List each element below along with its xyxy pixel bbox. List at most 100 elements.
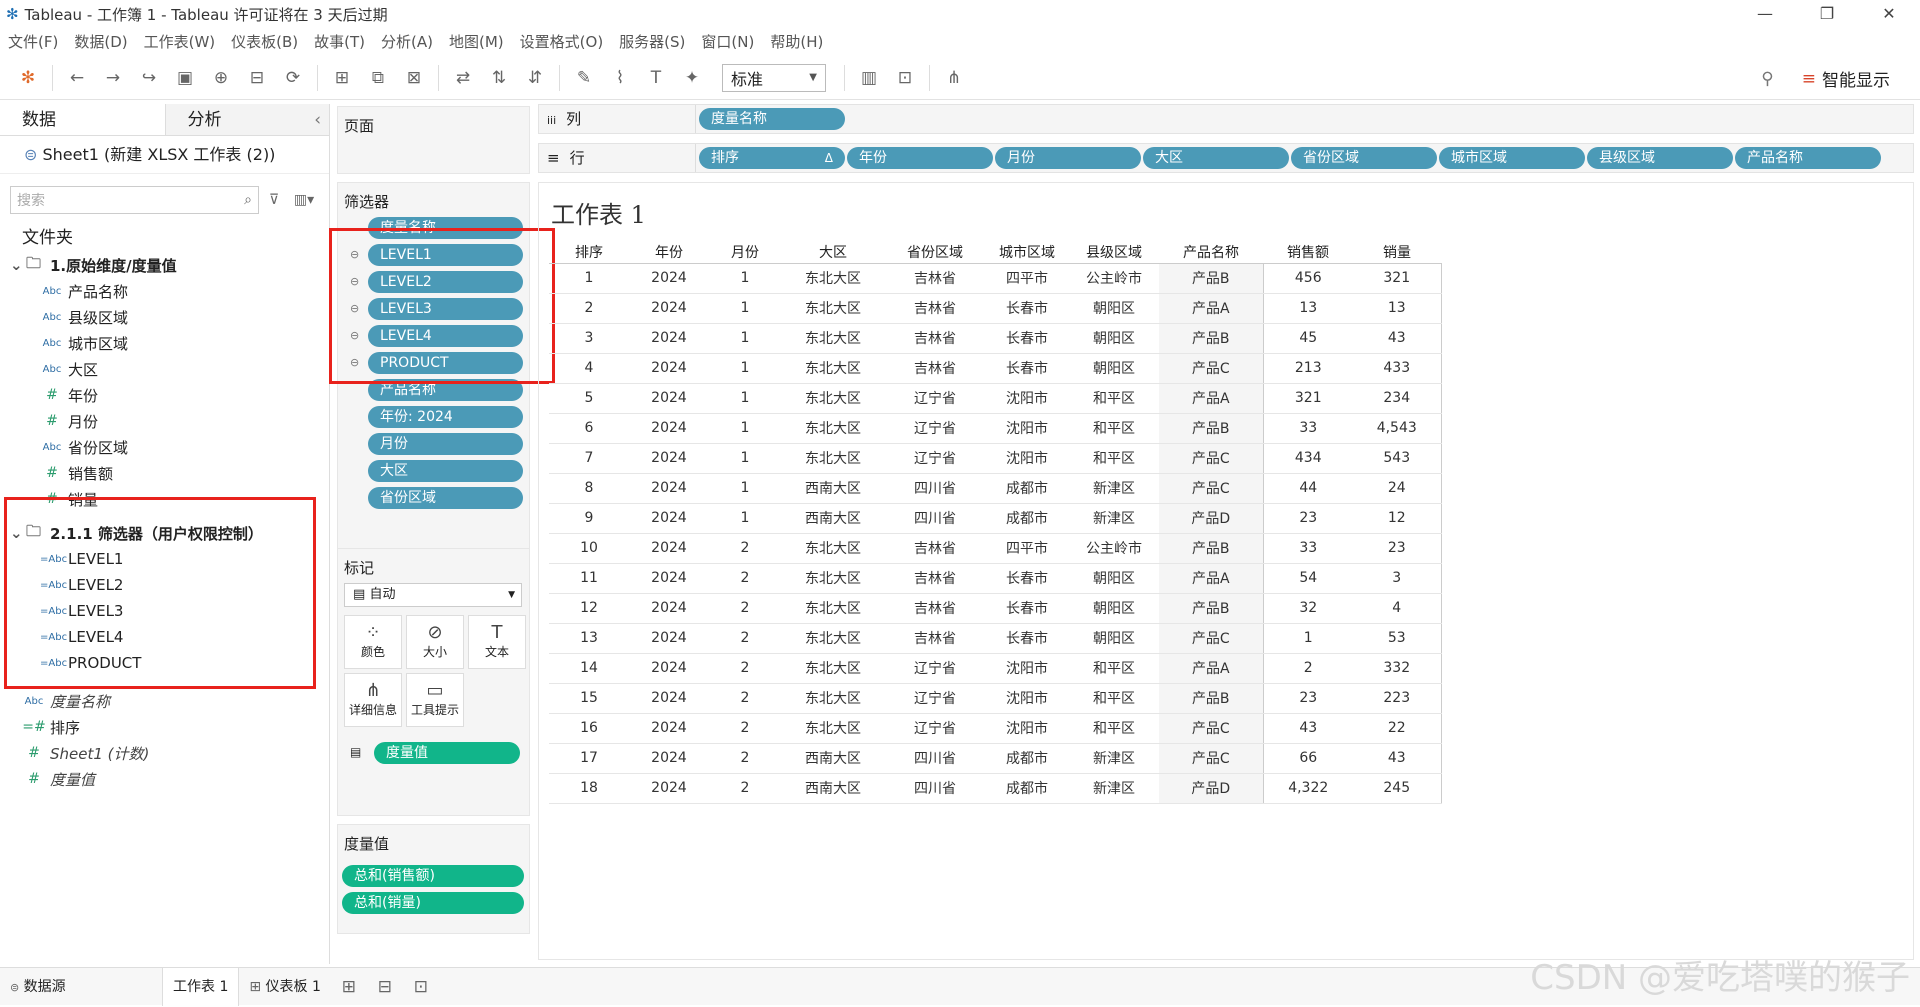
table-cell[interactable]: 东北大区 [781, 623, 885, 654]
table-cell[interactable]: 吉林省 [885, 593, 985, 624]
table-cell[interactable]: 产品C [1159, 623, 1263, 654]
table-cell[interactable]: 产品B [1159, 533, 1263, 564]
table-cell[interactable]: 2024 [629, 323, 709, 354]
column-header[interactable]: 大区 [781, 241, 885, 264]
table-cell[interactable]: 东北大区 [781, 713, 885, 744]
table-cell[interactable]: 东北大区 [781, 563, 885, 594]
table-cell[interactable]: 456 [1262, 263, 1353, 294]
menu-item[interactable]: 服务器(S) [611, 31, 693, 52]
field-item[interactable]: # 度量值 [0, 766, 329, 792]
column-header[interactable]: 排序 [549, 241, 629, 264]
table-cell[interactable]: 54 [1262, 563, 1353, 594]
table-cell[interactable]: 1 [549, 263, 629, 294]
table-cell[interactable]: 2024 [629, 683, 709, 714]
table-cell[interactable]: 5 [549, 383, 629, 414]
table-cell[interactable]: 4 [549, 353, 629, 384]
datasource-item[interactable]: ⊜ Sheet1 (新建 XLSX 工作表 (2)) [0, 136, 329, 174]
field-item[interactable]: Abc 省份区域 [0, 434, 329, 460]
field-item[interactable]: =# 排序 [0, 714, 329, 740]
rows-pill[interactable]: 城市区域 [1439, 147, 1585, 169]
table-cell[interactable]: 新津区 [1069, 473, 1159, 504]
table-cell[interactable]: 和平区 [1069, 443, 1159, 474]
table-cell[interactable]: 13 [1262, 293, 1353, 324]
table-cell[interactable]: 吉林省 [885, 293, 985, 324]
menu-item[interactable]: 分析(A) [373, 31, 441, 52]
table-cell[interactable]: 2 [709, 563, 781, 594]
menu-item[interactable]: 设置格式(O) [512, 31, 612, 52]
table-cell[interactable]: 7 [549, 443, 629, 474]
rows-pill[interactable]: 月份 [995, 147, 1141, 169]
table-cell[interactable]: 2024 [629, 563, 709, 594]
table-cell[interactable]: 12 [1353, 503, 1442, 534]
field-item[interactable]: Abc 城市区域 [0, 330, 329, 356]
table-cell[interactable]: 产品A [1159, 383, 1263, 414]
table-cell[interactable]: 成都市 [985, 743, 1069, 774]
table-cell[interactable]: 2024 [629, 473, 709, 504]
table-cell[interactable]: 2024 [629, 623, 709, 654]
table-cell[interactable]: 西南大区 [781, 473, 885, 504]
table-cell[interactable]: 2024 [629, 503, 709, 534]
table-cell[interactable]: 33 [1262, 533, 1353, 564]
table-cell[interactable]: 公主岭市 [1069, 533, 1159, 564]
table-cell[interactable]: 2 [709, 743, 781, 774]
table-cell[interactable]: 朝阳区 [1069, 593, 1159, 624]
table-cell[interactable]: 成都市 [985, 503, 1069, 534]
table-cell[interactable]: 43 [1262, 713, 1353, 744]
table-cell[interactable]: 1 [709, 443, 781, 474]
menu-item[interactable]: 文件(F) [0, 31, 66, 52]
table-cell[interactable]: 9 [549, 503, 629, 534]
table-cell[interactable]: 公主岭市 [1069, 263, 1159, 294]
table-cell[interactable]: 1 [709, 263, 781, 294]
table-cell[interactable]: 434 [1262, 443, 1353, 474]
table-cell[interactable]: 东北大区 [781, 353, 885, 384]
field-item[interactable]: # Sheet1 (计数) [0, 740, 329, 766]
table-cell[interactable]: 和平区 [1069, 413, 1159, 444]
table-cell[interactable]: 18 [549, 773, 629, 804]
table-cell[interactable]: 4,322 [1262, 773, 1353, 804]
table-cell[interactable]: 1 [709, 323, 781, 354]
filter-pill[interactable]: 月份 [368, 433, 523, 455]
tab-data[interactable]: 数据 [0, 104, 165, 135]
replay-icon[interactable]: ↪ [131, 68, 167, 88]
filter-pill[interactable]: 年份: 2024 [368, 406, 523, 428]
presentation-mode-icon[interactable]: ⊡ [887, 68, 923, 88]
table-cell[interactable]: 产品D [1159, 503, 1263, 534]
table-cell[interactable]: 23 [1262, 503, 1353, 534]
table-cell[interactable]: 沈阳市 [985, 653, 1069, 684]
table-cell[interactable]: 产品C [1159, 443, 1263, 474]
table-cell[interactable]: 66 [1262, 743, 1353, 774]
columns-pill[interactable]: 度量名称 [699, 108, 845, 130]
menu-item[interactable]: 仪表板(B) [223, 31, 306, 52]
filter-icon[interactable]: ⊽ [259, 192, 289, 208]
table-cell[interactable]: 6 [549, 413, 629, 444]
table-cell[interactable]: 543 [1353, 443, 1442, 474]
table-cell[interactable]: 新津区 [1069, 503, 1159, 534]
table-cell[interactable]: 长春市 [985, 623, 1069, 654]
rows-pill[interactable]: 排序 Δ [699, 147, 845, 169]
table-cell[interactable]: 2024 [629, 533, 709, 564]
table-cell[interactable]: 332 [1353, 653, 1442, 684]
marks-measure-values-pill[interactable]: 度量值 [374, 742, 520, 764]
menu-item[interactable]: 故事(T) [306, 31, 373, 52]
chevron-left-icon[interactable]: ‹ [314, 104, 321, 136]
table-cell[interactable]: 2 [709, 713, 781, 744]
table-cell[interactable]: 1 [709, 353, 781, 384]
datasource-tab[interactable]: ⊜ 数据源 [0, 968, 162, 1006]
table-cell[interactable]: 2 [549, 293, 629, 324]
table-cell[interactable]: 14 [549, 653, 629, 684]
table-cell[interactable]: 西南大区 [781, 773, 885, 804]
table-cell[interactable]: 东北大区 [781, 293, 885, 324]
table-cell[interactable]: 沈阳市 [985, 413, 1069, 444]
table-cell[interactable]: 321 [1262, 383, 1353, 414]
fit-select[interactable]: 标准 ▼ [722, 63, 826, 92]
table-cell[interactable]: 朝阳区 [1069, 563, 1159, 594]
marks-size-button[interactable]: ⊘ 大小 [406, 615, 464, 669]
menu-item[interactable]: 窗口(N) [693, 31, 762, 52]
table-cell[interactable]: 3 [549, 323, 629, 354]
table-cell[interactable]: 辽宁省 [885, 683, 985, 714]
field-item[interactable]: # 月份 [0, 408, 329, 434]
rows-pill[interactable]: 大区 [1143, 147, 1289, 169]
undo-icon[interactable]: ← [59, 68, 95, 88]
table-cell[interactable]: 2024 [629, 443, 709, 474]
marks-tooltip-button[interactable]: ▭ 工具提示 [406, 673, 464, 727]
